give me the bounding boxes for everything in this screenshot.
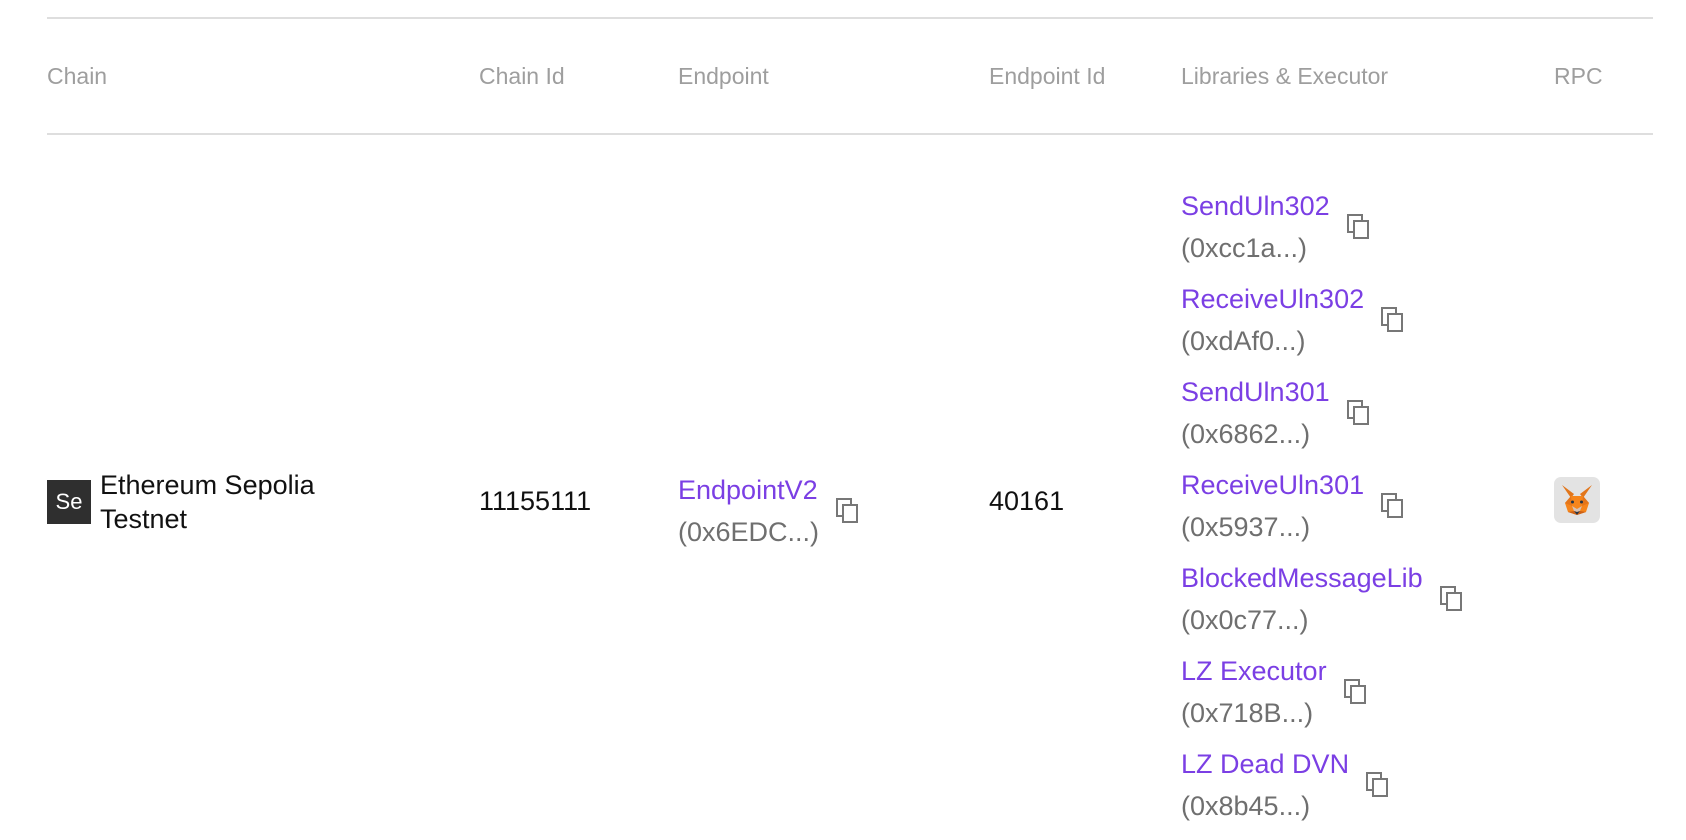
library-contract: BlockedMessageLib (0x0c77...) [1181, 557, 1465, 641]
library-link[interactable]: ReceiveUln301 [1181, 464, 1364, 506]
copy-icon[interactable] [1380, 492, 1406, 520]
library-item: ReceiveUln302 (0xdAf0...) [1181, 278, 1465, 371]
copy-icon[interactable] [1346, 399, 1372, 427]
copy-icon[interactable] [1346, 213, 1372, 241]
library-address: (0x0c77...) [1181, 605, 1309, 635]
libraries-cell: SendUln302 (0xcc1a...) ReceiveUln302 (0x… [1181, 185, 1465, 836]
library-contract-text: SendUln302 (0xcc1a...) [1181, 185, 1330, 269]
endpoint-contract: EndpointV2 (0x6EDC...) [678, 469, 861, 553]
library-contract: LZ Dead DVN (0x8b45...) [1181, 743, 1391, 827]
chains-table: Chain Chain Id Endpoint Endpoint Id Libr… [47, 17, 1653, 835]
header-chain-id[interactable]: Chain Id [479, 63, 565, 90]
endpoint-cell: EndpointV2 (0x6EDC...) [678, 469, 861, 553]
library-item: SendUln302 (0xcc1a...) [1181, 185, 1465, 278]
chain-name: Ethereum Sepolia Testnet [100, 470, 315, 534]
library-contract: SendUln301 (0x6862...) [1181, 371, 1372, 455]
library-contract-text: LZ Dead DVN (0x8b45...) [1181, 743, 1349, 827]
chain-cell: Se Ethereum Sepolia Testnet [47, 468, 360, 536]
rpc-cell [1554, 477, 1600, 523]
copy-icon-svg [1439, 586, 1462, 611]
copy-icon[interactable] [1343, 678, 1369, 706]
library-address: (0xcc1a...) [1181, 233, 1308, 263]
library-contract: ReceiveUln301 (0x5937...) [1181, 464, 1406, 548]
library-address: (0x718B...) [1181, 698, 1314, 728]
library-link[interactable]: LZ Executor [1181, 650, 1327, 692]
header-rpc[interactable]: RPC [1554, 63, 1603, 90]
header-endpoint-id[interactable]: Endpoint Id [989, 63, 1105, 90]
copy-icon[interactable] [1439, 585, 1465, 613]
library-contract: ReceiveUln302 (0xdAf0...) [1181, 278, 1406, 362]
table-row: Se Ethereum Sepolia Testnet 11155111 End… [47, 135, 1653, 835]
library-item: ReceiveUln301 (0x5937...) [1181, 464, 1465, 557]
library-item: BlockedMessageLib (0x0c77...) [1181, 557, 1465, 650]
library-contract: SendUln302 (0xcc1a...) [1181, 185, 1372, 269]
copy-icon-svg [1381, 307, 1404, 332]
library-contract-text: ReceiveUln301 (0x5937...) [1181, 464, 1364, 548]
copy-icon-svg [1346, 400, 1369, 425]
library-address: (0x8b45...) [1181, 791, 1311, 821]
header-libraries-executor[interactable]: Libraries & Executor [1181, 63, 1388, 90]
library-item: SendUln301 (0x6862...) [1181, 371, 1465, 464]
library-contract: LZ Executor (0x718B...) [1181, 650, 1369, 734]
library-contract-text: LZ Executor (0x718B...) [1181, 650, 1327, 734]
copy-icon[interactable] [1380, 306, 1406, 334]
library-item: LZ Executor (0x718B...) [1181, 650, 1465, 743]
copy-icon-svg [1381, 493, 1404, 518]
header-chain[interactable]: Chain [47, 63, 107, 90]
library-link[interactable]: SendUln302 [1181, 185, 1330, 227]
copy-icon[interactable] [1365, 771, 1391, 799]
library-link[interactable]: ReceiveUln302 [1181, 278, 1364, 320]
copy-icon-svg [1366, 772, 1389, 797]
header-endpoint[interactable]: Endpoint [678, 63, 769, 90]
copy-icon-svg [836, 498, 859, 523]
library-contract-text: ReceiveUln302 (0xdAf0...) [1181, 278, 1364, 362]
library-address: (0x6862...) [1181, 419, 1311, 449]
library-address: (0xdAf0...) [1181, 326, 1306, 356]
library-link[interactable]: BlockedMessageLib [1181, 557, 1423, 599]
copy-icon-svg [1346, 214, 1369, 239]
table-header: Chain Chain Id Endpoint Endpoint Id Libr… [47, 17, 1653, 135]
chain-avatar: Se [47, 480, 91, 524]
chain-id-value: 11155111 [479, 486, 592, 516]
library-link[interactable]: LZ Dead DVN [1181, 743, 1349, 785]
library-item: LZ Dead DVN (0x8b45...) [1181, 743, 1465, 836]
library-contract-text: SendUln301 (0x6862...) [1181, 371, 1330, 455]
library-contract-text: BlockedMessageLib (0x0c77...) [1181, 557, 1423, 641]
endpoint-link[interactable]: EndpointV2 [678, 469, 819, 511]
library-link[interactable]: SendUln301 [1181, 371, 1330, 413]
copy-icon[interactable] [835, 497, 861, 525]
add-to-metamask-button[interactable] [1554, 477, 1600, 523]
metamask-fox-icon [1562, 485, 1592, 515]
endpoint-contract-text: EndpointV2 (0x6EDC...) [678, 469, 819, 553]
copy-icon-svg [1343, 679, 1366, 704]
endpoint-address: (0x6EDC...) [678, 517, 820, 547]
endpoint-id-value: 40161 [989, 486, 1065, 516]
library-address: (0x5937...) [1181, 512, 1311, 542]
